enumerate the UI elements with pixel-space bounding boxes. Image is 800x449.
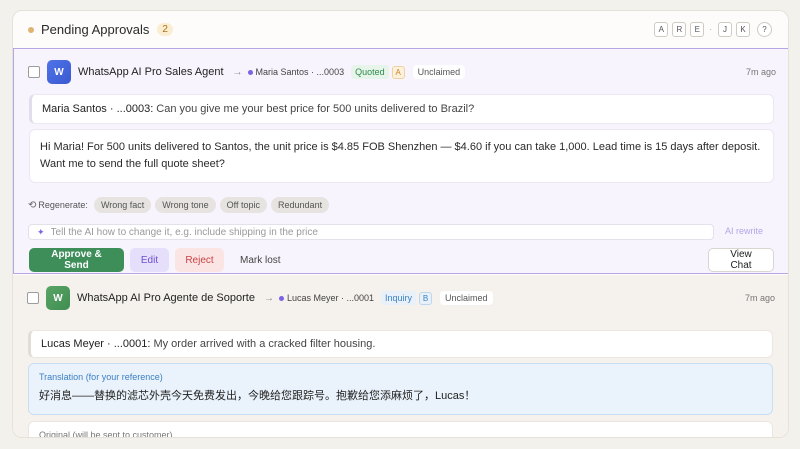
ai-reply-draft[interactable]: Hi Maria! For 500 units delivered to San… — [29, 129, 774, 183]
arrow-right-icon: → — [263, 292, 274, 304]
timestamp: 7m ago — [744, 293, 775, 303]
message-text: My order arrived with a cracked filter h… — [153, 337, 376, 350]
view-chat-button[interactable]: View Chat — [708, 248, 774, 272]
reject-button[interactable]: Reject — [175, 248, 224, 272]
refresh-icon: ⟲ — [28, 199, 37, 211]
status-badge: Quoted — [351, 65, 389, 79]
agent-name: WhatsApp AI Pro Agente de Soporte — [77, 292, 255, 304]
translation-label: Translation (for your reference) — [39, 372, 163, 382]
claim-status[interactable]: Unclaimed — [412, 65, 466, 79]
grade-badge: A — [391, 65, 405, 79]
message-text: Can you give me your best price for 500 … — [156, 102, 475, 115]
card-header: W WhatsApp AI Pro Agente de Soporte → Lu… — [27, 285, 775, 311]
grade-badge: B — [419, 291, 433, 305]
pending-dot-icon — [28, 26, 34, 33]
keyboard-shortcuts: A R E · J K ? — [650, 22, 772, 37]
reply-text: Hi Maria! For 500 units delivered to San… — [40, 141, 761, 170]
agent-name: WhatsApp AI Pro Sales Agent — [78, 66, 224, 78]
shortcut-key-next[interactable]: J — [718, 22, 732, 37]
claim-status[interactable]: Unclaimed — [440, 291, 493, 305]
action-bar: Approve & Send Edit Reject Mark lost Vie… — [29, 248, 774, 272]
status-badge: Inquiry — [381, 291, 417, 305]
approval-card: W WhatsApp AI Pro Sales Agent → Maria Sa… — [13, 48, 788, 274]
shortcut-key-prev[interactable]: K — [736, 22, 750, 37]
pending-count-badge: 2 — [157, 23, 173, 36]
arrow-right-icon: → — [232, 66, 243, 78]
regenerate-redundant[interactable]: Redundant — [271, 197, 330, 213]
mark-lost-button[interactable]: Mark lost — [230, 248, 291, 272]
card-header: W WhatsApp AI Pro Sales Agent → Maria Sa… — [28, 59, 776, 85]
contact-dot-icon — [247, 69, 253, 75]
customer-message: Lucas Meyer · ...0001: My order arrived … — [28, 330, 773, 358]
pending-approvals-panel: Pending Approvals 2 A R E · J K ? W What… — [12, 10, 789, 438]
regenerate-off-topic[interactable]: Off topic — [219, 197, 268, 213]
select-checkbox[interactable] — [28, 66, 40, 78]
regenerate-wrong-fact[interactable]: Wrong fact — [93, 197, 152, 213]
contact-name[interactable]: Lucas Meyer · ...0001 — [287, 293, 374, 303]
translation-text: 好消息——替换的滤芯外壳今天免费发出，今晚给您跟踪号。抱歉给您添麻烦了，Luca… — [39, 390, 476, 402]
page-title: Pending Approvals — [41, 22, 150, 37]
translation-box: Translation (for your reference) 好消息——替换… — [28, 363, 773, 415]
shortcut-separator: · — [709, 25, 712, 34]
agent-avatar: W — [46, 286, 70, 310]
approval-card: W WhatsApp AI Pro Agente de Soporte → Lu… — [13, 275, 788, 438]
shortcut-key-approve[interactable]: A — [654, 22, 669, 37]
regenerate-wrong-tone[interactable]: Wrong tone — [155, 197, 216, 213]
original-reply-box[interactable]: Original (will be sent to customer) — [28, 421, 773, 438]
timestamp: 7m ago — [745, 67, 776, 77]
regenerate-bar: ⟲ Regenerate: Wrong fact Wrong tone Off … — [28, 197, 333, 213]
contact-name[interactable]: Maria Santos · ...0003 — [256, 67, 345, 77]
edit-button[interactable]: Edit — [130, 248, 169, 272]
approve-send-button[interactable]: Approve & Send — [29, 248, 124, 272]
shortcut-key-edit[interactable]: E — [690, 22, 705, 37]
regenerate-label: ⟲ Regenerate: — [28, 199, 88, 211]
select-checkbox[interactable] — [27, 292, 39, 304]
shortcut-key-reject[interactable]: R — [672, 22, 687, 37]
help-icon[interactable]: ? — [757, 22, 772, 37]
message-sender: Maria Santos · ...0003: — [42, 102, 154, 115]
sparkle-icon: ✦ — [37, 226, 45, 237]
rewrite-input[interactable] — [50, 226, 713, 238]
message-sender: Lucas Meyer · ...0001: — [41, 337, 151, 350]
customer-message: Maria Santos · ...0003: Can you give me … — [29, 94, 774, 124]
ai-rewrite-button[interactable]: AI rewrite — [725, 226, 763, 236]
original-label: Original (will be sent to customer) — [39, 430, 173, 438]
panel-header: Pending Approvals 2 A R E · J K ? — [13, 11, 788, 48]
agent-avatar: W — [47, 60, 71, 84]
rewrite-instruction-field: ✦ — [28, 224, 714, 240]
contact-dot-icon — [278, 295, 284, 301]
